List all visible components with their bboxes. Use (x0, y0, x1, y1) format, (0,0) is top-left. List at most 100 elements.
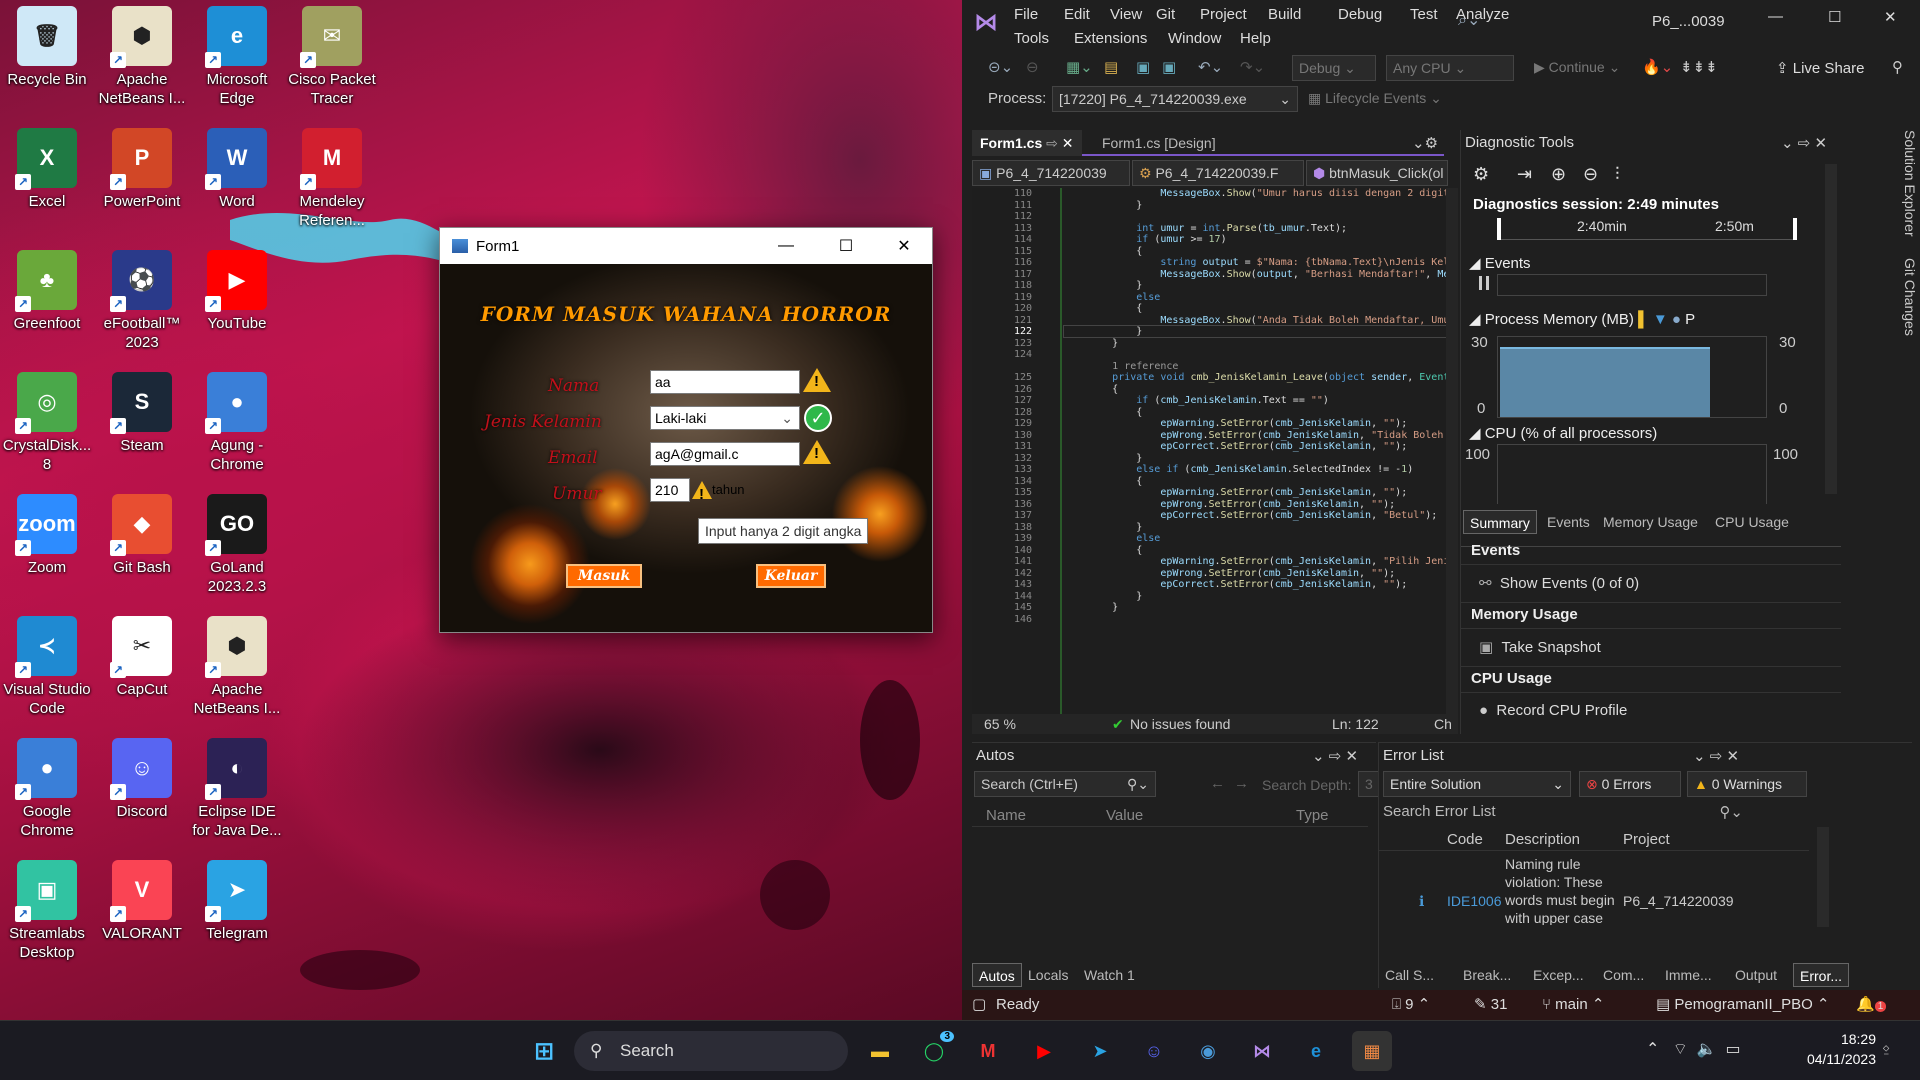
code-line[interactable]: epCorrect.SetError(cmb_JenisKelamin, "Be… (1064, 510, 1448, 521)
panel-tab[interactable]: Autos (972, 963, 1022, 987)
code-line[interactable]: } (1064, 591, 1448, 602)
tab-form1-cs[interactable]: Form1.cs ⇨ ✕ (972, 130, 1082, 156)
new-project-icon[interactable]: ▦⌄ (1066, 58, 1093, 76)
clock[interactable]: 18:29 04/11/2023 (1796, 1029, 1876, 1069)
code-line[interactable]: epWrong.SetError(cmb_JenisKelamin, ""); (1064, 568, 1448, 579)
file-explorer-icon[interactable]: ▬ (860, 1031, 900, 1071)
settings-icon[interactable]: ⚙ (1473, 164, 1489, 185)
youtube-icon[interactable]: ▶ (1024, 1031, 1064, 1071)
editor-scrollbar[interactable] (1446, 188, 1458, 714)
discord-icon[interactable]: ☺ (1134, 1031, 1174, 1071)
panel-tab[interactable]: CPU Usage (1709, 510, 1795, 534)
code-line[interactable]: epCorrect.SetError(cmb_JenisKelamin, "")… (1064, 579, 1448, 590)
code-line[interactable]: } (1064, 602, 1448, 613)
masuk-button[interactable]: Masuk (566, 564, 642, 588)
desktop-icon[interactable]: ≺ ↗ Visual Studio Code (0, 616, 94, 718)
menu-item[interactable]: Debug (1338, 3, 1382, 27)
desktop-icon[interactable]: ● ↗ Agung - Chrome (190, 372, 284, 474)
form1-window[interactable]: Form1 — ☐ ✕ FORM MASUK WAHANA HORROR Nam… (439, 227, 933, 633)
desktop-icon[interactable]: ◆ ↗ Git Bash (95, 494, 189, 577)
menu-item[interactable]: Window (1168, 27, 1221, 51)
zoom-in-icon[interactable]: ⊕ (1551, 164, 1566, 185)
code-line[interactable]: } (1064, 453, 1448, 464)
forward-icon[interactable]: ⊖ (1026, 58, 1039, 76)
visual-studio-window[interactable]: ⋈ File Edit View Git Project Build Debug Test An… (962, 0, 1920, 1020)
config-dropdown[interactable]: Debug ⌄ (1292, 55, 1376, 81)
panel-tab[interactable]: Call S... (1379, 963, 1440, 987)
panel-tab[interactable]: Excep... (1527, 963, 1590, 987)
git-changes-sidetab[interactable]: Git Changes (1888, 258, 1918, 368)
code-line[interactable]: epWrong.SetError(cmb_JenisKelamin, ""); (1064, 499, 1448, 510)
code-line[interactable]: } (1063, 325, 1449, 338)
email-input[interactable]: agA@gmail.c (650, 442, 800, 466)
panel-tab[interactable]: Locals (1022, 963, 1074, 987)
start-button[interactable]: ⊞ (524, 1031, 564, 1071)
cpu-section[interactable]: ◢ CPU (% of all processors) (1469, 424, 1657, 442)
panel-controls-icon[interactable]: ⌄ ⇨ ✕ (1781, 134, 1827, 152)
back-icon[interactable]: ⊝⌄ (988, 58, 1013, 76)
col-type[interactable]: Type (1296, 807, 1329, 824)
redo-icon[interactable]: ↷⌄ (1240, 58, 1265, 76)
maximize-icon[interactable]: ☐ (816, 228, 876, 264)
desktop-icon[interactable]: S ↗ Steam (95, 372, 189, 455)
jenis-kelamin-select[interactable]: Laki-laki ⌄ (650, 406, 800, 430)
desktop-icon[interactable]: ◎ ↗ CrystalDisk... 8 (0, 372, 94, 474)
panel-tab[interactable]: Com... (1597, 963, 1650, 987)
continue-button[interactable]: ▶ Continue ⌄ (1534, 59, 1620, 76)
arrow-left-icon[interactable]: ← (1210, 775, 1225, 792)
visual-studio-icon[interactable]: ⋈ (1242, 1031, 1282, 1071)
menu-item[interactable]: Help (1240, 27, 1271, 51)
keluar-button[interactable]: Keluar (756, 564, 826, 588)
nama-input[interactable]: aa (650, 370, 800, 394)
code-line[interactable]: { (1064, 303, 1448, 314)
code-line[interactable]: { (1064, 476, 1448, 487)
process-dropdown[interactable]: [17220] P6_4_714220039.exe ⌄ (1052, 86, 1298, 112)
desktop-icon[interactable]: e ↗ Microsoft Edge (190, 6, 284, 108)
menu-item[interactable]: View (1110, 3, 1142, 27)
code-line[interactable]: int umur = int.Parse(tb_umur.Text); (1064, 223, 1448, 234)
desktop-icon[interactable]: ⬢ ↗ Apache NetBeans I... (190, 616, 284, 718)
panel-tab[interactable]: Watch 1 (1078, 963, 1141, 987)
code-editor[interactable]: 110 MessageBox.Show("Umur harus diisi de… (972, 188, 1450, 714)
desktop-icon[interactable]: P ↗ PowerPoint (95, 128, 189, 211)
diag-scrollbar[interactable] (1825, 164, 1837, 494)
desktop-icon[interactable]: 🗑 Recycle Bin (0, 6, 94, 89)
code-line[interactable]: } (1064, 280, 1448, 291)
menu-item[interactable]: File (1014, 3, 1038, 27)
panel-controls-icon[interactable]: ⌄ ⇨ ✕ (1312, 747, 1358, 765)
desktop-icon[interactable]: ⚽ ↗ eFootball™ 2023 (95, 250, 189, 352)
autos-search-input[interactable]: Search (Ctrl+E) ⚲⌄ (974, 771, 1156, 797)
error-code[interactable]: IDE1006 (1447, 893, 1501, 909)
system-tray[interactable]: ⌃ ⌔ 🔈 ▭ (1646, 1039, 1741, 1059)
code-line[interactable]: MessageBox.Show(output, "Berhasi Mendaft… (1064, 269, 1448, 280)
save-icon[interactable]: ▣ (1136, 58, 1150, 76)
panel-controls-icon[interactable]: ⌄ ⇨ ✕ (1693, 747, 1739, 765)
code-line[interactable]: { (1064, 545, 1448, 556)
process-memory-section[interactable]: ◢ Process Memory (MB) ▌ ▼ ● P (1469, 310, 1695, 328)
live-share-button[interactable]: ⇪ Live Share (1776, 59, 1864, 77)
code-line[interactable]: epWarning.SetError(cmb_JenisKelamin, "")… (1064, 418, 1448, 429)
desktop-icon[interactable]: ◐ ↗ Eclipse IDE for Java De... (190, 738, 284, 840)
desktop-icon[interactable]: ▣ ↗ Streamlabs Desktop (0, 860, 94, 962)
panel-tab[interactable]: Break... (1457, 963, 1517, 987)
menu-item[interactable]: Test (1410, 3, 1438, 27)
error-scrollbar[interactable] (1817, 827, 1829, 927)
tab-form1-design[interactable]: Form1.cs [Design] (1094, 130, 1224, 156)
show-events-link[interactable]: ⚯ Show Events (0 of 0) (1479, 574, 1639, 592)
timeline-end-handle[interactable] (1793, 218, 1797, 240)
pending-edits[interactable]: ✎ 31 (1474, 990, 1507, 1020)
code-line[interactable]: private void cmb_JenisKelamin_Leave(obje… (1064, 372, 1448, 383)
desktop-icon[interactable]: ☺ ↗ Discord (95, 738, 189, 821)
error-search-input[interactable]: Search Error List ⚲⌄ (1383, 803, 1743, 827)
panel-tab[interactable]: Memory Usage (1597, 510, 1704, 534)
close-icon[interactable]: ✕ (874, 228, 934, 264)
menu-item[interactable]: Project (1200, 3, 1247, 27)
commits-up[interactable]: ⍗ 9 ⌃ (1392, 990, 1430, 1020)
step-icons[interactable]: ⇟⇟⇟ (1680, 58, 1718, 76)
desktop-icon[interactable]: M ↗ Mendeley Referen... (285, 128, 379, 230)
code-line[interactable]: epWarning.SetError(cmb_JenisKelamin, "")… (1064, 487, 1448, 498)
record-cpu-link[interactable]: ● Record CPU Profile (1479, 702, 1627, 719)
minimize-icon[interactable]: — (756, 228, 816, 264)
events-section[interactable]: ◢ Events (1469, 254, 1531, 272)
telegram-icon[interactable]: ➤ (1080, 1031, 1120, 1071)
